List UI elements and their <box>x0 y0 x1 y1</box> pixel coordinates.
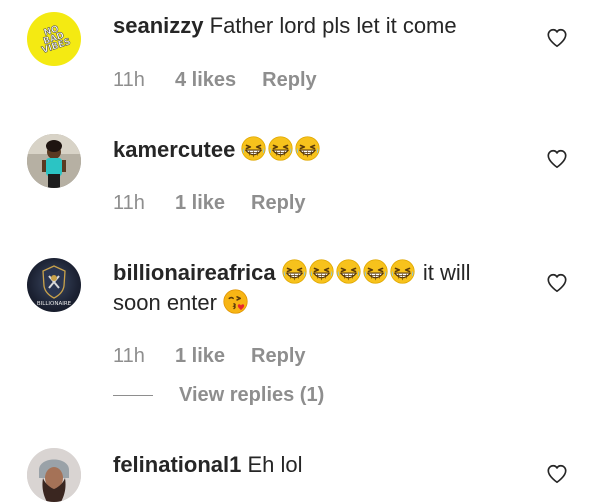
divider <box>113 395 153 396</box>
reply-button[interactable]: Reply <box>251 192 305 215</box>
grinning-squinting-face-emoji <box>268 136 293 161</box>
username[interactable]: billionaireafrica <box>113 260 276 285</box>
comment-body: Eh lol <box>247 452 303 477</box>
likes-count[interactable]: 1 like <box>175 345 225 368</box>
comment-meta: 11h 1 like Reply <box>113 345 306 368</box>
face-blowing-kiss-emoji <box>223 289 248 314</box>
timestamp: 11h <box>113 345 145 367</box>
avatar[interactable] <box>27 134 81 188</box>
heart-icon[interactable] <box>546 463 568 485</box>
comment-text: felinational1 Eh lol <box>113 451 513 479</box>
billionaire-africa-logo-icon: BILLIONAIRE <box>37 265 72 307</box>
person-photo-icon <box>27 448 81 502</box>
heart-icon[interactable] <box>546 272 568 294</box>
likes-count[interactable]: 4 likes <box>175 69 236 92</box>
reply-button[interactable]: Reply <box>262 69 316 92</box>
grinning-squinting-face-emoji <box>282 259 307 284</box>
comment-meta: 11h 4 likes Reply <box>113 69 317 92</box>
avatar-logo-text: NO BAD VIBES <box>40 24 73 56</box>
view-replies-label[interactable]: View replies (1) <box>179 384 324 407</box>
view-replies-button[interactable]: View replies (1) <box>113 384 324 407</box>
avatar[interactable]: BILLIONAIRE <box>27 258 81 312</box>
comment-text: kamercutee <box>113 136 513 164</box>
grinning-squinting-face-emoji <box>363 259 388 284</box>
comment-meta: 11h 1 like Reply <box>113 192 306 215</box>
comment-body: soon enter <box>113 290 217 315</box>
username[interactable]: seanizzy <box>113 13 204 38</box>
comment-text: seanizzy Father lord pls let it come <box>113 12 513 40</box>
avatar-logo-text: BILLIONAIRE <box>37 301 72 307</box>
grinning-squinting-face-emoji <box>295 136 320 161</box>
heart-icon[interactable] <box>546 27 568 49</box>
comment-body: Father lord pls let it come <box>209 13 457 38</box>
timestamp: 11h <box>113 192 145 214</box>
grinning-squinting-face-emoji <box>241 136 266 161</box>
grinning-squinting-face-emoji <box>390 259 415 284</box>
grinning-squinting-face-emoji <box>336 259 361 284</box>
username[interactable]: felinational1 <box>113 452 241 477</box>
heart-icon[interactable] <box>546 148 568 170</box>
avatar[interactable]: NO BAD VIBES <box>27 12 81 66</box>
reply-button[interactable]: Reply <box>251 345 305 368</box>
timestamp: 11h <box>113 69 145 91</box>
avatar[interactable] <box>27 448 81 502</box>
comment-text-line2: soon enter <box>113 289 513 317</box>
person-photo-icon <box>27 134 81 188</box>
grinning-squinting-face-emoji <box>309 259 334 284</box>
comment-text: billionaireafrica it will <box>113 259 533 287</box>
likes-count[interactable]: 1 like <box>175 192 225 215</box>
comment-body: it will <box>422 260 471 285</box>
username[interactable]: kamercutee <box>113 137 235 162</box>
